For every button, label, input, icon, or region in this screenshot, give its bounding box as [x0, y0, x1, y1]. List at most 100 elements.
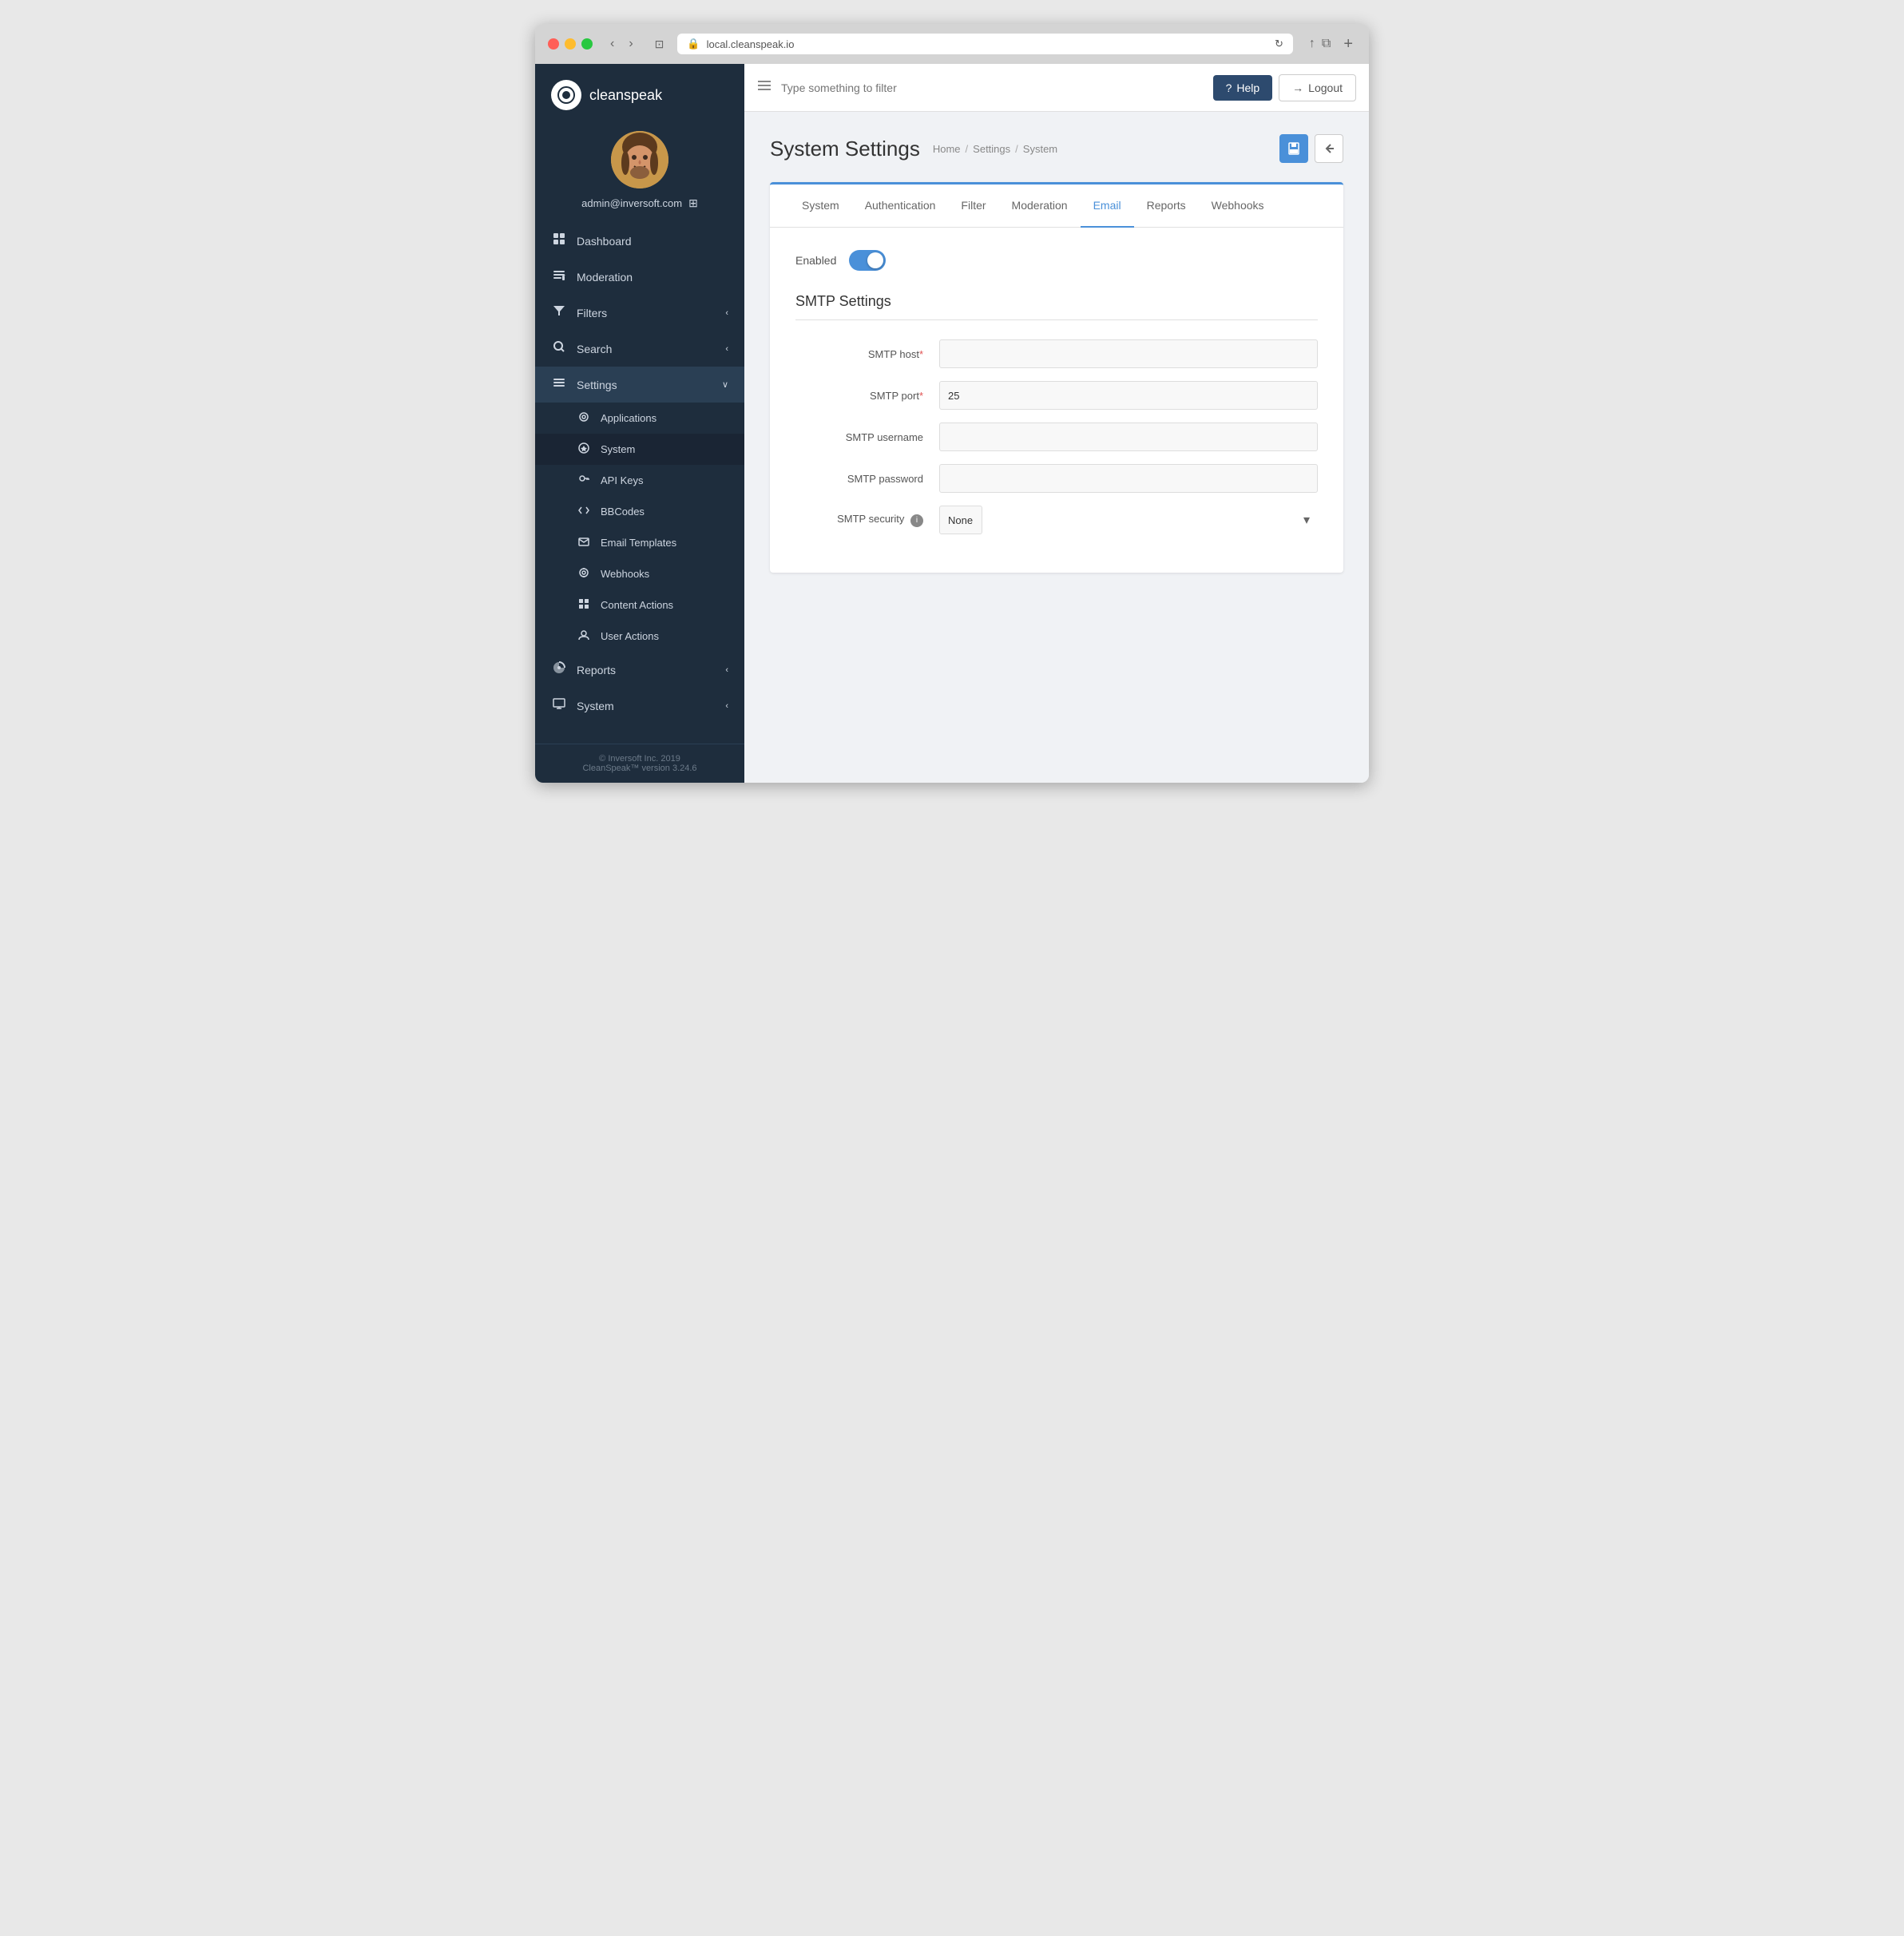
sidebar-item-content-actions[interactable]: Content Actions: [535, 589, 744, 621]
smtp-security-select[interactable]: None SSL TLS: [939, 506, 982, 534]
breadcrumb-settings[interactable]: Settings: [973, 143, 1010, 155]
required-star: *: [919, 390, 923, 402]
smtp-password-input[interactable]: [939, 464, 1318, 493]
sidebar-item-label: Search: [577, 343, 612, 355]
sidebar-item-filters[interactable]: Filters ‹: [535, 295, 744, 331]
sidebar-item-settings[interactable]: Settings ∨: [535, 367, 744, 403]
filters-icon: [551, 304, 567, 321]
share-button[interactable]: ↑: [1309, 37, 1315, 51]
smtp-host-field: SMTP host*: [795, 339, 1318, 368]
address-bar[interactable]: 🔒 local.cleanspeak.io ↻: [677, 34, 1292, 54]
chevron-icon: ‹: [725, 665, 728, 675]
sidebar-subitem-label: User Actions: [601, 630, 659, 642]
tab-email[interactable]: Email: [1081, 184, 1134, 228]
smtp-username-field: SMTP username: [795, 423, 1318, 451]
sidebar: cleanspeak: [535, 64, 744, 783]
form-content: Enabled SMTP Settings SMTP host*: [770, 228, 1343, 573]
sidebar-item-label: Settings: [577, 379, 617, 391]
sidebar-item-api-keys[interactable]: API Keys: [535, 465, 744, 496]
browser-nav: ‹ ›: [605, 35, 638, 53]
topbar: ? Help → Logout: [744, 64, 1369, 112]
enabled-label: Enabled: [795, 254, 836, 267]
back-button[interactable]: [1315, 134, 1343, 163]
applications-icon: [577, 411, 591, 425]
smtp-security-field: SMTP security i None SSL TLS: [795, 506, 1318, 534]
tab-reports[interactable]: Reports: [1134, 184, 1199, 228]
sidebar-item-dashboard[interactable]: Dashboard: [535, 223, 744, 259]
close-dot[interactable]: [548, 38, 559, 50]
sidebar-subitem-label: Webhooks: [601, 568, 649, 580]
user-settings-icon[interactable]: ⊞: [688, 196, 698, 210]
smtp-port-label: SMTP port*: [795, 390, 939, 402]
smtp-host-input[interactable]: [939, 339, 1318, 368]
sidebar-item-applications[interactable]: Applications: [535, 403, 744, 434]
tabs-container: System Authentication Filter Moderation …: [770, 184, 1343, 228]
sidebar-subitem-label: BBCodes: [601, 506, 645, 518]
smtp-port-input[interactable]: [939, 381, 1318, 410]
sidebar-item-system-bottom[interactable]: System ‹: [535, 688, 744, 724]
system-bottom-icon: [551, 697, 567, 714]
tab-authentication[interactable]: Authentication: [852, 184, 949, 228]
breadcrumb-sep-2: /: [1015, 143, 1018, 155]
user-actions-icon: [577, 629, 591, 643]
help-circle-icon: ?: [1226, 81, 1232, 94]
tab-system[interactable]: System: [789, 184, 852, 228]
breadcrumb-home[interactable]: Home: [933, 143, 961, 155]
search-input[interactable]: [781, 81, 1213, 94]
lock-icon: 🔒: [687, 38, 700, 50]
smtp-username-label: SMTP username: [795, 431, 939, 443]
sidebar-subitem-label: System: [601, 443, 635, 455]
browser-actions: ↑ ⧉: [1309, 37, 1331, 51]
new-tab-button[interactable]: +: [1340, 35, 1356, 54]
window-toggle-button[interactable]: ⊡: [651, 36, 668, 53]
info-icon[interactable]: i: [910, 514, 923, 527]
search-icon: [551, 340, 567, 357]
tab-filter[interactable]: Filter: [948, 184, 998, 228]
sidebar-avatar: admin@inversoft.com ⊞: [535, 123, 744, 223]
chevron-icon: ‹: [725, 308, 728, 318]
duplicate-button[interactable]: ⧉: [1322, 37, 1331, 51]
save-button[interactable]: [1279, 134, 1308, 163]
sidebar-item-user-actions[interactable]: User Actions: [535, 621, 744, 652]
smtp-section-title: SMTP Settings: [795, 293, 1318, 320]
enabled-toggle[interactable]: [849, 250, 886, 271]
sidebar-user: admin@inversoft.com ⊞: [581, 196, 698, 210]
help-button[interactable]: ? Help: [1213, 75, 1273, 101]
footer-line1: © Inversoft Inc. 2019: [551, 754, 728, 764]
smtp-username-input[interactable]: [939, 423, 1318, 451]
username-text: admin@inversoft.com: [581, 197, 682, 209]
smtp-security-select-wrapper: None SSL TLS: [939, 506, 1318, 534]
moderation-icon: [551, 268, 567, 285]
browser-traffic-lights: [548, 38, 593, 50]
tab-moderation[interactable]: Moderation: [999, 184, 1081, 228]
logout-icon: →: [1292, 81, 1303, 94]
sidebar-item-moderation[interactable]: Moderation: [535, 259, 744, 295]
browser-window-buttons: ⊡: [651, 36, 668, 53]
reload-icon[interactable]: ↻: [1275, 38, 1283, 50]
forward-button[interactable]: ›: [624, 35, 637, 53]
smtp-port-field: SMTP port*: [795, 381, 1318, 410]
sidebar-item-label: Moderation: [577, 271, 633, 284]
sidebar-item-search[interactable]: Search ‹: [535, 331, 744, 367]
page-actions: [1279, 134, 1343, 163]
required-star: *: [919, 348, 923, 360]
settings-card: System Authentication Filter Moderation …: [770, 182, 1343, 573]
sidebar-item-system[interactable]: System: [535, 434, 744, 465]
chevron-icon: ‹: [725, 701, 728, 711]
email-templates-icon: [577, 536, 591, 549]
back-button[interactable]: ‹: [605, 35, 619, 53]
content-actions-icon: [577, 598, 591, 612]
tab-webhooks[interactable]: Webhooks: [1199, 184, 1277, 228]
sidebar-item-reports[interactable]: Reports ‹: [535, 652, 744, 688]
breadcrumb-sep-1: /: [966, 143, 969, 155]
menu-icon[interactable]: [757, 78, 772, 97]
api-keys-icon: [577, 474, 591, 487]
sidebar-item-webhooks[interactable]: Webhooks: [535, 558, 744, 589]
minimize-dot[interactable]: [565, 38, 576, 50]
content-area: System Settings Home / Settings / System: [744, 112, 1369, 783]
sidebar-item-email-templates[interactable]: Email Templates: [535, 527, 744, 558]
maximize-dot[interactable]: [581, 38, 593, 50]
url-text: local.cleanspeak.io: [707, 38, 795, 50]
logout-button[interactable]: → Logout: [1279, 74, 1356, 101]
sidebar-item-bbcodes[interactable]: BBCodes: [535, 496, 744, 527]
